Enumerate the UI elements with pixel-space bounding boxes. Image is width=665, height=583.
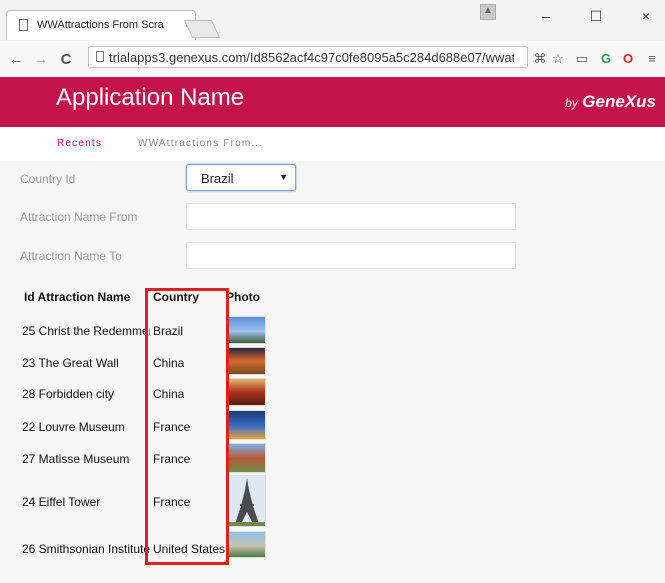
browser-tab[interactable]: WWAttractions From Scra × (6, 10, 196, 40)
table-row-name[interactable]: 26 Smithsonian Institute (22, 542, 150, 556)
christ-redeemer-photo (228, 316, 266, 344)
table-row-name[interactable]: 28 Forbidden city (22, 387, 150, 401)
table-row-name[interactable]: 27 Matisse Museum (22, 452, 150, 466)
column-header-photo[interactable]: Photo (226, 290, 260, 304)
back-button[interactable]: ← (8, 51, 24, 68)
main-content: Country Id Brazil ▼ Attraction Name From… (0, 161, 665, 583)
page-icon (19, 19, 28, 31)
chevron-down-icon: ▼ (279, 172, 288, 182)
table-row-name[interactable]: 22 Louvre Museum (22, 420, 150, 434)
breadcrumb-recents[interactable]: Recents (57, 138, 102, 152)
great-wall-photo (228, 347, 266, 375)
genexus-logo: by GeneXus (565, 92, 656, 111)
column-header-id-name[interactable]: Id Attraction Name (24, 290, 130, 304)
translate-icon[interactable]: ⌘ (532, 51, 548, 67)
close-button[interactable]: × (636, 8, 656, 24)
bookmark-star-icon[interactable]: ☆ (550, 51, 566, 67)
address-bar[interactable]: trialapps3.genexus.com/Id8562acf4c97c0fe… (88, 46, 528, 68)
eiffel-tower-icon (229, 478, 265, 526)
minimize-button[interactable]: – (536, 8, 556, 24)
cast-icon[interactable]: ▭ (574, 51, 590, 67)
user-icon[interactable]: ▲ (480, 4, 496, 20)
menu-icon[interactable]: ≡ (644, 51, 660, 67)
smithsonian-photo (228, 531, 266, 558)
name-from-label: Attraction Name From (20, 210, 138, 224)
country-id-label: Country Id (20, 172, 76, 186)
forbidden-city-photo (228, 378, 266, 406)
country-select[interactable]: Brazil ▼ (186, 164, 296, 191)
app-header: Application Name by GeneXus (0, 77, 665, 127)
breadcrumb: Recents WWAttractions From... (0, 127, 665, 162)
app-name: Application Name (56, 84, 245, 111)
page-icon (96, 51, 104, 62)
country-column-highlight (145, 288, 229, 565)
name-from-input[interactable] (186, 203, 516, 230)
reload-button[interactable]: C (58, 51, 74, 68)
browser-toolbar: ← → C trialapps3.genexus.com/Id8562acf4c… (0, 41, 665, 78)
tab-title: WWAttractions From Scra (37, 19, 164, 31)
table-row-name[interactable]: 25 Christ the Redemmer (22, 324, 150, 338)
browser-titlebar: WWAttractions From Scra × ▲ – ☐ × (0, 0, 665, 42)
name-to-input[interactable] (186, 242, 516, 269)
breadcrumb-current[interactable]: WWAttractions From... (138, 138, 263, 152)
url-text: trialapps3.genexus.com/Id8562acf4c97c0fe… (109, 50, 514, 65)
table-row-name[interactable]: 24 Eiffel Tower (22, 495, 150, 509)
opera-extension-icon[interactable]: O (620, 51, 636, 67)
table-row-name[interactable]: 23 The Great Wall (22, 356, 150, 370)
maximize-button[interactable]: ☐ (586, 8, 606, 24)
louvre-photo (228, 410, 266, 440)
extension-icon[interactable]: G (598, 51, 614, 67)
eiffel-tower-photo (228, 475, 266, 527)
forward-button[interactable]: → (33, 51, 49, 68)
matisse-museum-photo (228, 443, 266, 473)
name-to-label: Attraction Name To (20, 249, 122, 263)
country-select-value: Brazil (201, 171, 234, 186)
